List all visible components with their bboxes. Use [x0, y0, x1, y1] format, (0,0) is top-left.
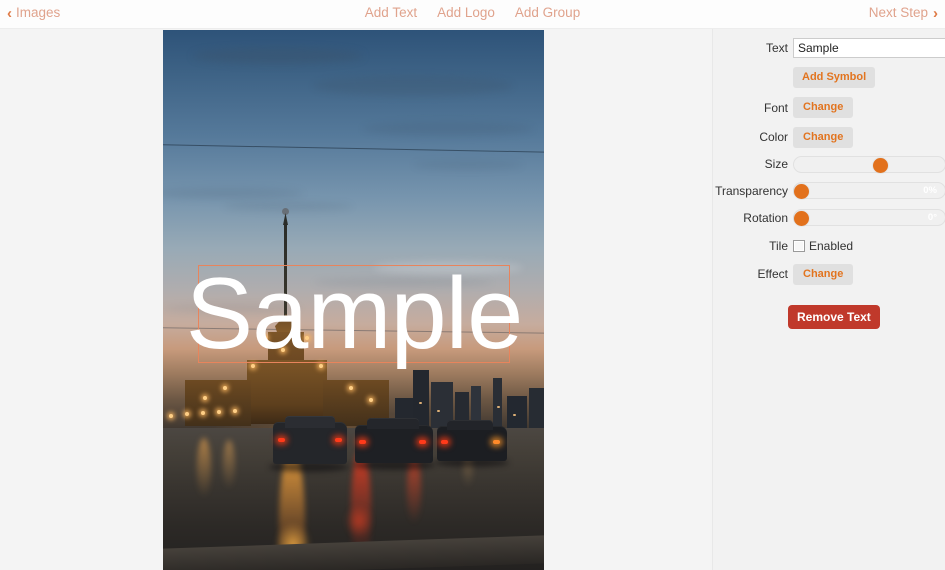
street-lamp — [201, 411, 205, 415]
cloud-wisp — [193, 48, 363, 64]
car-roof — [285, 416, 335, 428]
tail-light — [493, 440, 500, 444]
add-symbol-cell: Add Symbol — [793, 62, 945, 92]
cloud-wisp — [413, 160, 523, 170]
tail-light — [359, 440, 366, 444]
distant-building — [507, 396, 527, 428]
light-reflection — [223, 440, 235, 490]
size-cell — [793, 151, 945, 177]
size-slider[interactable] — [793, 155, 945, 173]
effect-cell: Change — [793, 260, 945, 288]
rotation-slider[interactable]: 0° — [793, 209, 945, 226]
text-field-label: Text — [765, 41, 788, 55]
font-label: Font — [763, 100, 788, 115]
back-to-images-link[interactable]: ‹ Images — [7, 5, 60, 21]
remove-text-wrap: Remove Text — [788, 305, 880, 329]
chevron-left-icon: ‹ — [7, 4, 12, 22]
distant-building — [529, 388, 544, 428]
tile-label: Tile — [769, 238, 788, 253]
add-symbol-spacer — [718, 62, 788, 92]
color-label: Color — [759, 130, 788, 144]
font-cell: Change — [793, 92, 945, 123]
tail-light — [335, 438, 342, 442]
remove-text-button[interactable]: Remove Text — [788, 305, 880, 329]
tail-light — [441, 440, 448, 444]
car — [355, 425, 433, 463]
building-lamp — [369, 398, 373, 402]
transparency-cell: 0% — [793, 177, 945, 204]
car-roof — [367, 418, 419, 429]
editor-photo[interactable]: Sample — [163, 30, 544, 570]
size-label: Size — [764, 157, 788, 171]
window-light — [497, 406, 500, 408]
street-lamp — [185, 412, 189, 416]
rotation-slider-handle[interactable] — [794, 211, 809, 226]
car-roof — [447, 420, 493, 430]
cloud-wisp — [363, 122, 533, 136]
font-change-button[interactable]: Change — [793, 97, 854, 118]
tile-enabled-label: Enabled — [809, 238, 854, 253]
building-lamp — [223, 386, 227, 390]
transparency-value: 0% — [923, 185, 937, 196]
tile-cell: Enabled — [793, 231, 945, 260]
building-lamp — [349, 386, 353, 390]
toolbar-nav: Add Text Add Logo Add Group — [0, 5, 945, 21]
effect-label: Effect — [757, 267, 788, 281]
window-light — [419, 402, 422, 404]
chevron-right-icon: › — [933, 4, 938, 22]
top-toolbar: ‹ Images Add Text Add Logo Add Group Nex… — [0, 0, 945, 29]
next-step-link[interactable]: Next Step › — [869, 5, 938, 21]
light-reflection — [197, 438, 211, 498]
distant-building — [493, 378, 502, 428]
transparency-slider[interactable]: 0% — [793, 182, 945, 199]
car — [273, 422, 347, 464]
next-step-label: Next Step — [868, 5, 928, 20]
transparency-label: Transparency — [715, 183, 788, 198]
add-group-button[interactable]: Add Group — [515, 5, 580, 21]
transparency-slider-handle[interactable] — [794, 184, 809, 199]
add-logo-button[interactable]: Add Logo — [437, 5, 495, 21]
back-to-images-label: Images — [16, 5, 61, 20]
tail-light — [278, 438, 285, 442]
rotation-value: 0° — [927, 212, 937, 223]
color-cell: Change — [793, 123, 945, 151]
add-symbol-button[interactable]: Add Symbol — [793, 66, 876, 88]
color-change-button[interactable]: Change — [793, 126, 854, 148]
window-light — [437, 410, 440, 412]
building-lamp — [203, 396, 207, 400]
size-slider-handle[interactable] — [873, 157, 888, 173]
effect-change-button[interactable]: Change — [793, 263, 854, 285]
text-field-cell — [793, 34, 945, 62]
cloud-wisp — [313, 76, 513, 96]
properties-panel: Text Add Symbol Font Change Color Change… — [712, 29, 945, 570]
light-reflection — [345, 504, 373, 538]
tile-enabled-checkbox[interactable] — [793, 239, 805, 252]
editor-canvas-area: Sample — [0, 29, 712, 570]
add-text-button[interactable]: Add Text — [365, 5, 417, 21]
rotation-cell: 0° — [793, 204, 945, 231]
overlay-text[interactable]: Sample — [186, 258, 523, 370]
properties-rows: Text Add Symbol Font Change Color Change… — [715, 34, 945, 288]
tail-light — [419, 440, 426, 444]
street-lamp — [169, 414, 173, 418]
street-lamp — [233, 409, 237, 413]
text-input[interactable] — [793, 38, 945, 58]
tower-wing-left — [185, 380, 251, 426]
street-lamp — [217, 410, 221, 414]
rotation-label: Rotation — [743, 210, 788, 225]
window-light — [513, 414, 516, 416]
